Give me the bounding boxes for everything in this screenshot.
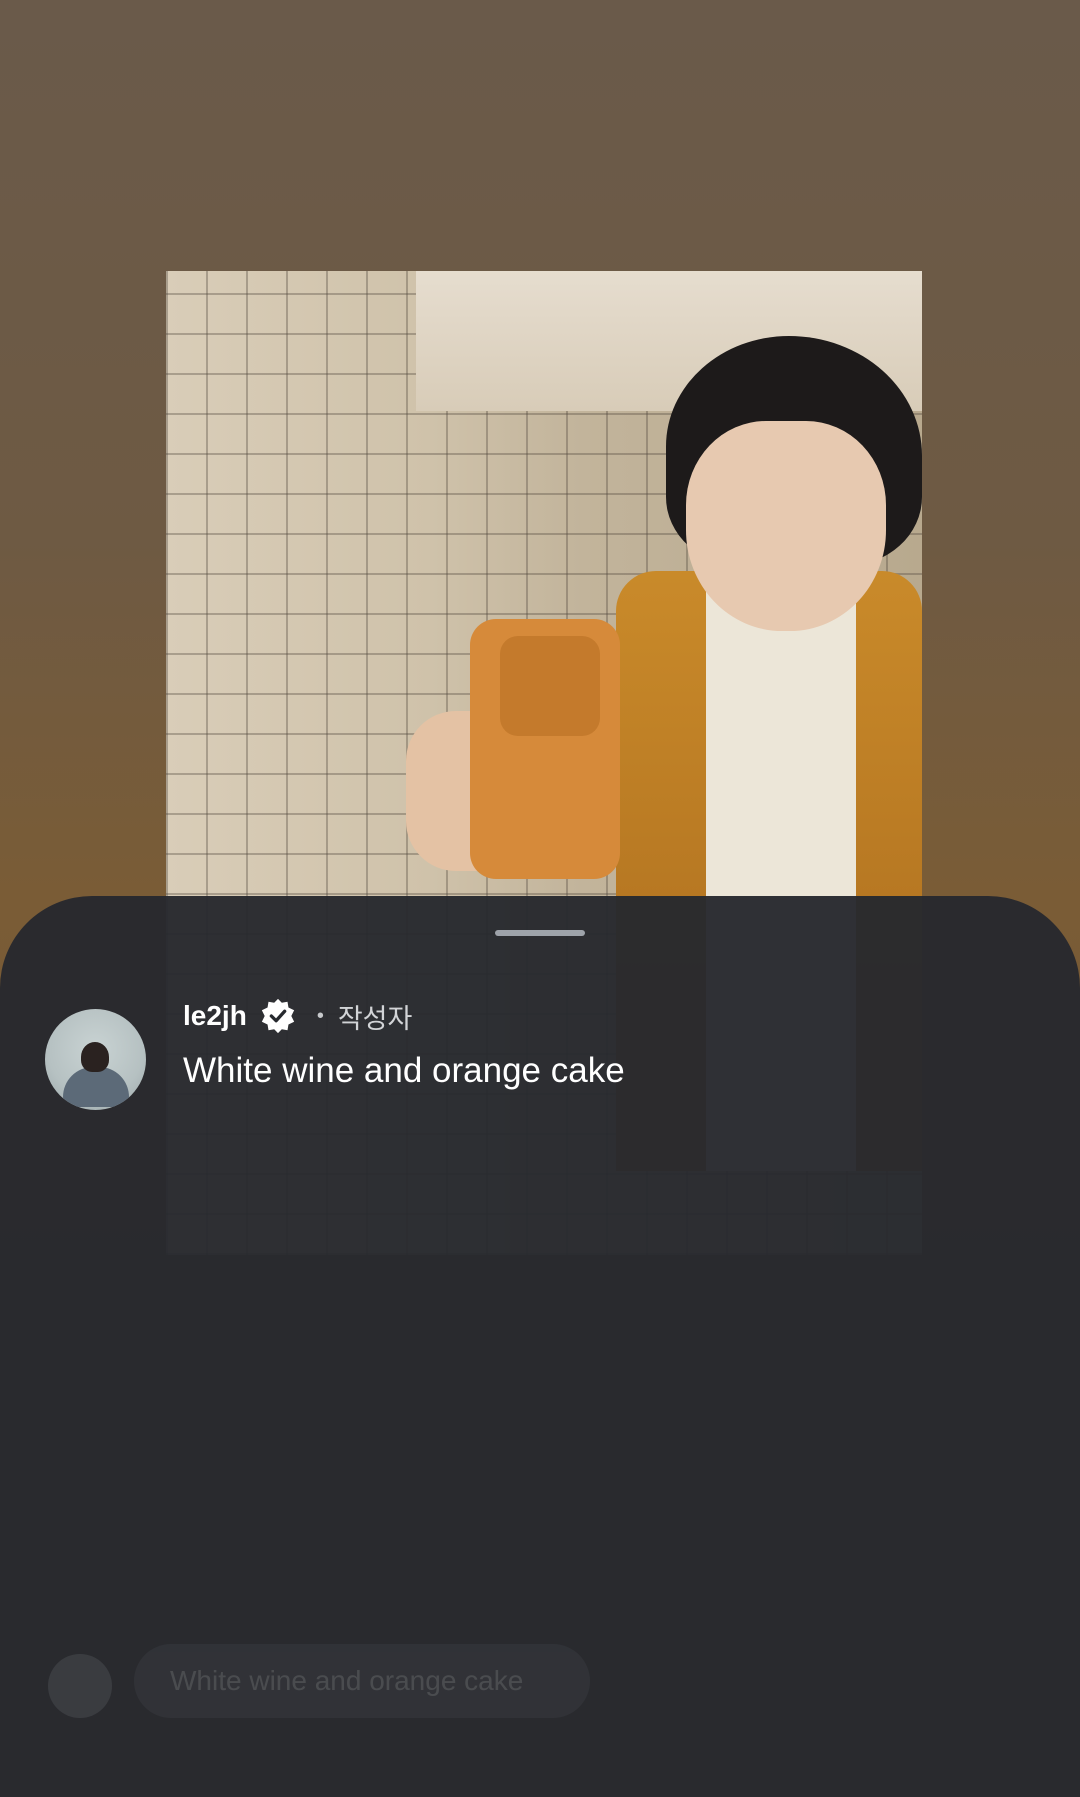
comment-text: White wine and orange cake <box>183 1051 625 1090</box>
username[interactable]: le2jh <box>183 1000 247 1032</box>
avatar[interactable] <box>45 1009 146 1110</box>
author-tag: 작성자 <box>337 1003 413 1035</box>
avatar-body <box>63 1067 129 1107</box>
photo-face <box>686 421 886 631</box>
photo-phone-camera <box>500 636 600 736</box>
avatar-head <box>81 1042 109 1072</box>
comment-meta: le2jh • 작성자 <box>183 996 412 1036</box>
drag-handle[interactable] <box>495 930 585 936</box>
reply-bubble: White wine and orange cake <box>134 1644 590 1718</box>
reply-avatar <box>48 1654 112 1718</box>
separator-dot: • <box>316 1004 324 1027</box>
verified-badge-icon <box>261 998 294 1034</box>
reply-preview: White wine and orange cake <box>48 1644 648 1718</box>
